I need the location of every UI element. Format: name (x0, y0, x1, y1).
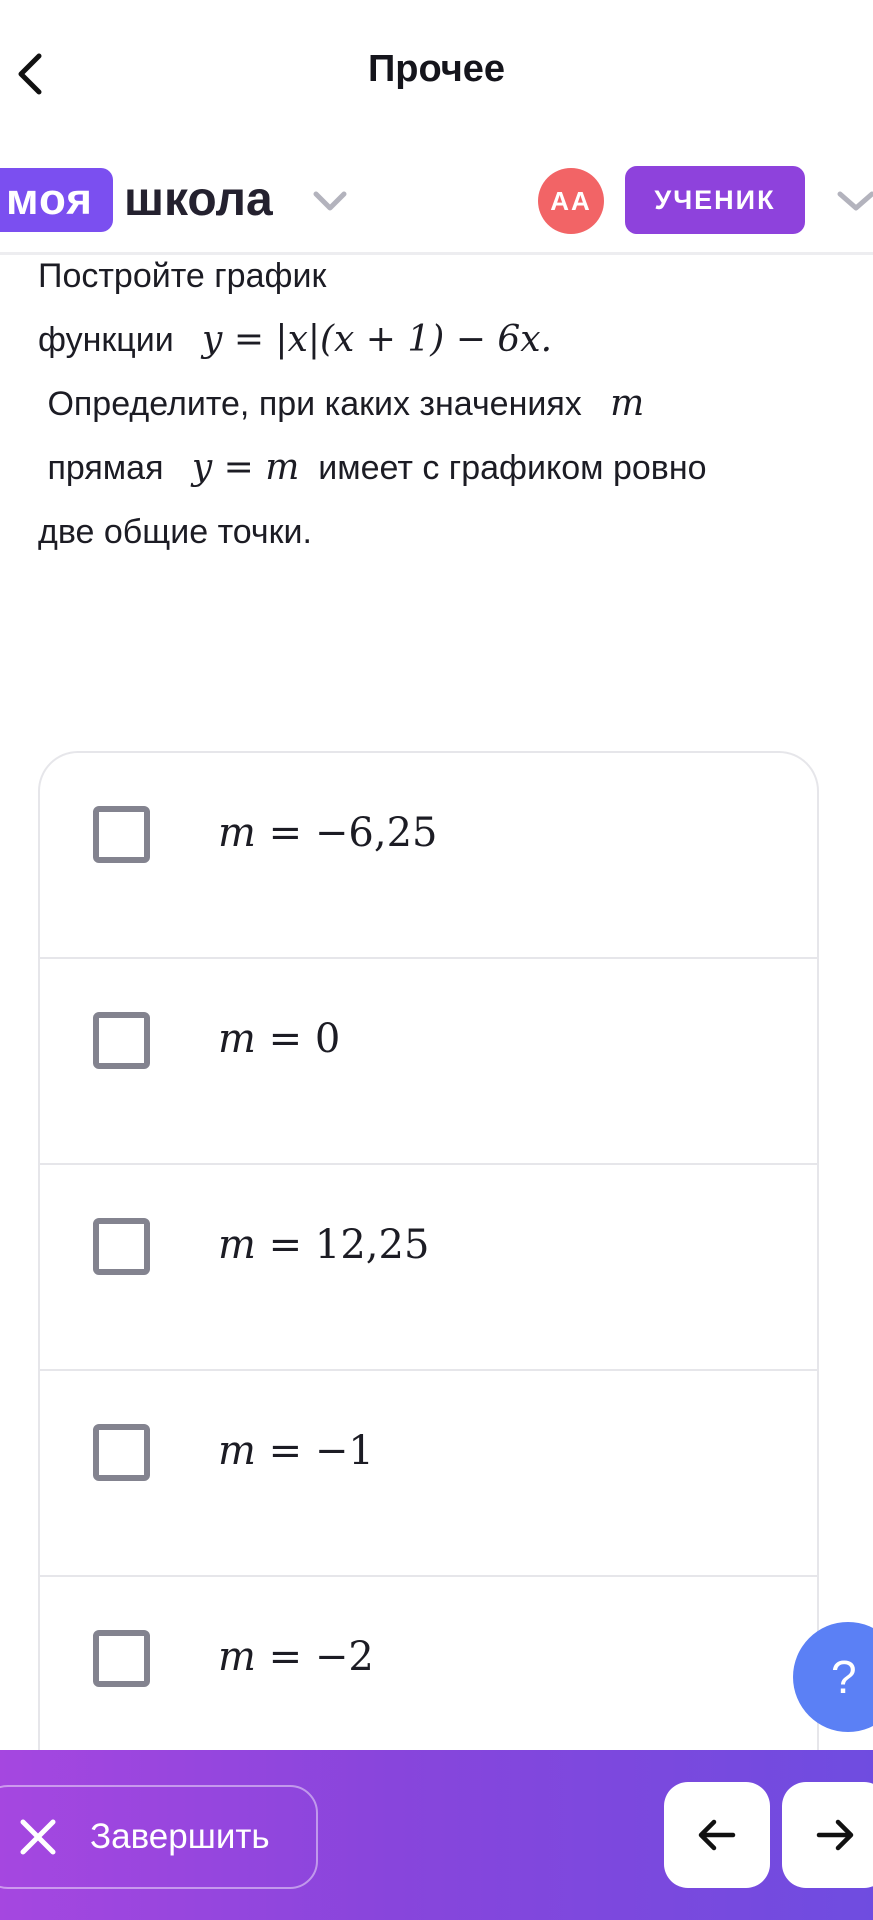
next-button[interactable] (782, 1782, 873, 1888)
question-text-part: Постройте график (38, 257, 327, 295)
close-icon (20, 1819, 56, 1855)
answer-option[interactable]: m = 0 (40, 959, 817, 1165)
option-label: m = −1 (218, 1428, 374, 1474)
answer-option[interactable]: m = 12,25 (40, 1165, 817, 1371)
line-formula: y = m (191, 447, 300, 488)
finish-button[interactable]: Завершить (0, 1785, 318, 1889)
school-logo-badge: моя (0, 168, 113, 232)
parameter-variable: m (610, 383, 645, 424)
page-title: Прочее (367, 48, 506, 90)
question-mark-icon: ? (831, 1651, 857, 1703)
school-logo-text: школа (124, 173, 273, 226)
checkbox[interactable] (93, 806, 150, 863)
school-bar: моя школа АА УЧЕНИК (0, 150, 873, 254)
question-line: функции y = |x|(x + 1) − 6x. (38, 308, 838, 372)
avatar[interactable]: АА (538, 168, 604, 234)
finish-label: Завершить (90, 1817, 270, 1856)
function-formula: y = |x|(x + 1) − 6x. (202, 319, 553, 360)
checkbox[interactable] (93, 1630, 150, 1687)
question-text: Постройте график функции y = |x|(x + 1) … (38, 244, 838, 564)
checkbox[interactable] (93, 1218, 150, 1275)
chevron-down-icon[interactable] (834, 186, 873, 216)
answer-option[interactable]: m = −1 (40, 1371, 817, 1577)
question-text-part: Определите, при каких значениях (47, 385, 582, 423)
arrow-left-icon (698, 1819, 736, 1851)
option-label: m = 12,25 (218, 1222, 430, 1268)
answer-option[interactable]: m = −6,25 (40, 753, 817, 959)
question-text-part: прямая (47, 449, 164, 487)
role-badge[interactable]: УЧЕНИК (625, 166, 805, 234)
checkbox[interactable] (93, 1012, 150, 1069)
question-line: две общие точки. (38, 500, 838, 564)
previous-button[interactable] (664, 1782, 770, 1888)
question-text-part: имеет с графиком ровно (318, 449, 707, 487)
answer-options-card: m = −6,25 m = 0 m = 12,25 m = −1 m = −2 (38, 751, 819, 1791)
arrow-right-icon (816, 1819, 854, 1851)
question-text-part: функции (38, 321, 174, 359)
option-label: m = −6,25 (218, 810, 438, 856)
option-label: m = −2 (218, 1634, 374, 1680)
top-nav-bar: Прочее (0, 0, 873, 150)
question-text-part: две общие точки. (38, 513, 312, 551)
bottom-action-bar: Завершить (0, 1750, 873, 1920)
checkbox[interactable] (93, 1424, 150, 1481)
option-label: m = 0 (218, 1016, 341, 1062)
question-line: прямая y = m имеет с графиком ровно (38, 436, 838, 500)
question-line: Определите, при каких значениях m (38, 372, 838, 436)
question-line: Постройте график (38, 244, 838, 308)
chevron-down-icon[interactable] (310, 186, 350, 216)
